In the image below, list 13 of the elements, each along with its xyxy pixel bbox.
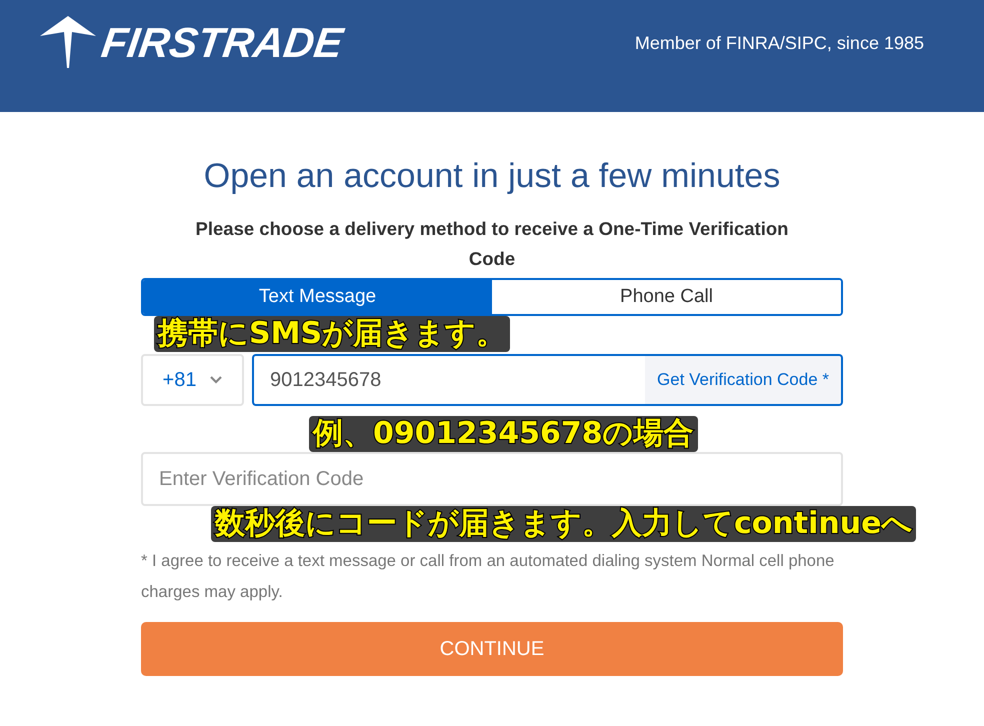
country-code-select[interactable]: +81: [141, 354, 244, 406]
header-tagline: Member of FINRA/SIPC, since 1985: [634, 32, 924, 54]
consent-disclaimer: * I agree to receive a text message or call from an automated dialing system Normal cell phone charges may apply.: [141, 551, 836, 603]
delivery-tab[interactable]: Text Message: [143, 280, 492, 314]
arrow-logo-icon: [40, 16, 96, 70]
annotation-caption: 数秒後にコードが届きます。入力してcontinueへ: [211, 506, 916, 542]
logo-text: FIRSTRADE: [98, 19, 346, 67]
page-title: Open an account in just a few minutes: [202, 156, 782, 196]
delivery-instructions: Please choose a delivery method to receive a One-Time Verification Code: [194, 217, 790, 271]
annotation-caption: 例、09012345678の場合: [309, 416, 698, 452]
verification-code-field[interactable]: Enter Verification Code: [141, 452, 843, 506]
chevron-down-icon: [210, 376, 222, 384]
annotation-caption: 携帯にSMSが届きます。: [154, 316, 510, 352]
